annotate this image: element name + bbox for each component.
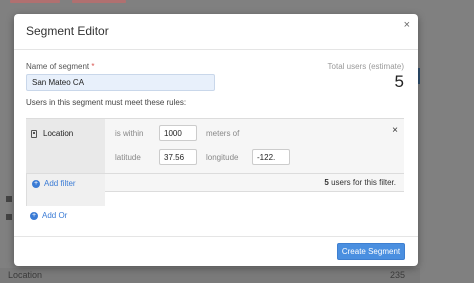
total-users-label: Total users (estimate)	[327, 62, 404, 71]
rule-conditions: is within 1000 meters of latitude 37.56 …	[105, 118, 404, 174]
rules-description: Users in this segment must meet these ru…	[26, 98, 187, 107]
plus-icon: +	[32, 179, 40, 188]
segment-name-label-text: Name of segment	[26, 62, 90, 71]
background-mark	[6, 214, 12, 220]
add-filter-label: Add filter	[44, 179, 76, 188]
filter-count-suffix: users for this filter.	[328, 178, 396, 187]
latitude-text: latitude	[115, 153, 141, 162]
background-footer-text: Location	[8, 270, 43, 280]
modal-header: Segment Editor ×	[14, 14, 418, 50]
longitude-text: longitude	[206, 153, 239, 162]
is-within-text: is within	[115, 129, 144, 138]
location-icon	[31, 130, 37, 138]
segment-name-label: Name of segment *	[26, 62, 95, 71]
background-chip	[72, 0, 126, 3]
rule-block: Location is within 1000 meters of latitu…	[26, 118, 404, 206]
add-or-label: Add Or	[42, 211, 68, 220]
add-filter-button[interactable]: + Add filter	[32, 179, 76, 188]
required-marker: *	[91, 62, 95, 71]
latitude-input[interactable]: 37.56	[159, 149, 197, 165]
longitude-input[interactable]: -122.	[252, 149, 290, 165]
segment-editor-modal: Segment Editor × Name of segment * San M…	[14, 14, 418, 266]
rule-type-label: Location	[43, 129, 74, 138]
remove-rule-icon[interactable]: ×	[392, 125, 398, 136]
segment-name-input[interactable]: San Mateo CA	[26, 74, 215, 91]
distance-input[interactable]: 1000	[159, 125, 197, 141]
close-icon[interactable]: ×	[404, 20, 410, 31]
background-mark	[6, 196, 12, 202]
background-chip	[10, 0, 60, 3]
total-users-value: 5	[394, 72, 404, 91]
background-footer	[0, 268, 420, 283]
plus-icon: +	[30, 211, 38, 220]
add-or-button[interactable]: + Add Or	[30, 211, 67, 220]
modal-title: Segment Editor	[26, 24, 109, 38]
create-segment-button[interactable]: Create Segment	[337, 243, 405, 260]
background-footer-number: 235	[390, 270, 406, 280]
meters-of-text: meters of	[206, 129, 240, 138]
rule-type-cell: Location	[26, 118, 105, 174]
filter-count-row: 5 users for this filter.	[105, 174, 404, 192]
modal-footer-divider	[14, 236, 418, 237]
filter-count: 5 users for this filter.	[324, 178, 396, 187]
